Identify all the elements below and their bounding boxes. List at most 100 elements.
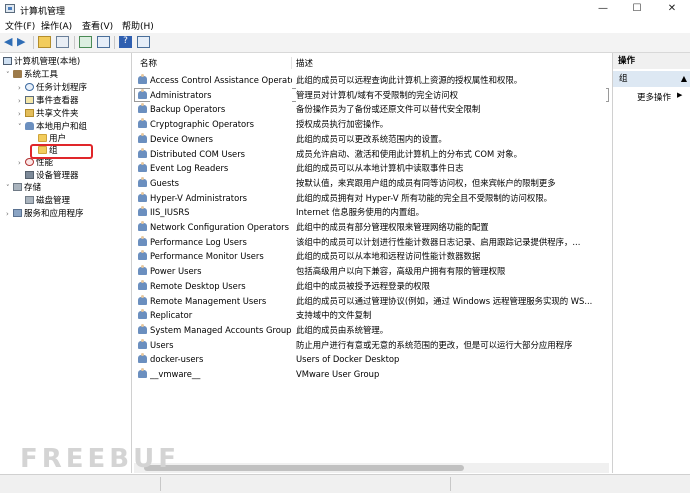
- menu-bar: 文件(F) 操作(A) 查看(V) 帮助(H): [0, 18, 690, 32]
- device-manager-icon: [25, 171, 34, 179]
- disk-icon: [25, 196, 34, 204]
- refresh-icon[interactable]: [79, 36, 92, 48]
- table-row[interactable]: Users 防止用户进行有意或无意的系统范围的更改，但是可以运行大部分应用程序: [134, 338, 609, 353]
- tree-shared-folders-label: 共享文件夹: [36, 109, 79, 119]
- up-folder-icon[interactable]: [38, 36, 51, 48]
- group-description: 支持域中的文件复制: [296, 310, 372, 321]
- group-name: Device Owners: [150, 133, 214, 144]
- group-description: 此组的成员可以更改系统范围内的设置。: [296, 133, 447, 144]
- collapse-chevron-icon[interactable]: ˅: [6, 69, 13, 81]
- group-name: Guests: [150, 177, 179, 188]
- group-icon: [138, 162, 147, 173]
- horizontal-scrollbar[interactable]: [134, 463, 609, 473]
- table-row[interactable]: System Managed Accounts Group 此组的成员由系统管理。: [134, 323, 609, 338]
- submenu-arrow-icon: ▶: [677, 91, 683, 99]
- table-row[interactable]: Remote Desktop Users 此组中的成员被授予远程登录的权限: [134, 279, 609, 294]
- group-icon: [138, 235, 147, 246]
- event-log-icon: [25, 96, 34, 104]
- title-bar: 计算机管理 — ☐ ✕: [0, 0, 690, 18]
- table-row[interactable]: Performance Log Users 该组中的成员可以计划进行性能计数器日志…: [134, 235, 609, 250]
- table-row[interactable]: Replicator 支持域中的文件复制: [134, 308, 609, 323]
- table-row[interactable]: Guests 按默认值，来宾跟用户组的成员有同等访问权，但来宾帐户的限制更多: [134, 176, 609, 191]
- collapse-chevron-icon[interactable]: ˅: [18, 121, 25, 133]
- group-description: 该组中的成员可以计划进行性能计数器日志记录、启用跟踪记录提供程序，...: [296, 236, 581, 247]
- tree-local-users-groups[interactable]: ˅ 本地用户和组: [18, 121, 87, 133]
- expand-chevron-icon[interactable]: ›: [18, 108, 25, 120]
- table-row[interactable]: Remote Management Users 此组的成员可以通过管理协议(例如，…: [134, 294, 609, 309]
- forward-arrow-icon[interactable]: ▶: [17, 36, 30, 48]
- back-arrow-icon[interactable]: ◀: [4, 36, 17, 48]
- column-description-header[interactable]: 描述: [296, 57, 313, 69]
- table-row[interactable]: Power Users 包括高级用户以向下兼容，高级用户拥有有限的管理权限: [134, 264, 609, 279]
- group-icon: [138, 250, 147, 261]
- services-icon: [13, 209, 22, 217]
- tree-device-manager-label: 设备管理器: [36, 171, 79, 181]
- actions-section-groups[interactable]: 组 ▲: [613, 71, 690, 87]
- close-button[interactable]: ✕: [655, 0, 689, 18]
- expand-chevron-icon[interactable]: ›: [18, 95, 25, 107]
- group-icon: [138, 88, 147, 99]
- export-list-icon[interactable]: [97, 36, 110, 48]
- group-icon: [138, 118, 147, 129]
- help-icon[interactable]: ?: [119, 36, 132, 48]
- table-row[interactable]: Performance Monitor Users 此组的成员可以从本地和远程访问…: [134, 249, 609, 264]
- show-hide-tree-icon[interactable]: [56, 36, 69, 48]
- group-name: Performance Monitor Users: [150, 251, 264, 262]
- tree-shared-folders[interactable]: › 共享文件夹: [18, 108, 79, 120]
- tree-device-manager[interactable]: 设备管理器: [25, 170, 79, 182]
- expand-chevron-icon[interactable]: ›: [18, 157, 25, 169]
- tree-event-viewer[interactable]: › 事件查看器: [18, 95, 79, 107]
- scrollbar-thumb[interactable]: [144, 465, 464, 471]
- tree-root-label: 计算机管理(本地): [14, 57, 81, 67]
- users-icon: [25, 122, 34, 130]
- table-row[interactable]: Hyper-V Administrators 此组的成员拥有对 Hyper-V 所…: [134, 191, 609, 206]
- tree-performance-label: 性能: [36, 158, 54, 168]
- properties-icon[interactable]: [137, 36, 150, 48]
- group-description: 此组的成员可以从本地和远程访问性能计数器数据: [296, 251, 481, 262]
- minimize-button[interactable]: —: [586, 0, 620, 18]
- column-name-header[interactable]: 名称: [140, 57, 157, 69]
- folder-icon: [38, 134, 47, 142]
- table-row[interactable]: Administrators 管理员对计算机/域有不受限制的完全访问权: [134, 87, 609, 103]
- table-row[interactable]: Backup Operators 备份操作员为了备份或还原文件可以替代安全限制: [134, 102, 609, 117]
- tree-system-tools[interactable]: ˅ 系统工具: [6, 69, 58, 81]
- table-row[interactable]: __vmware__ VMware User Group: [134, 367, 609, 382]
- table-row[interactable]: Event Log Readers 此组的成员可以从本地计算机中读取事件日志: [134, 161, 609, 176]
- group-description: 此组的成员拥有对 Hyper-V 所有功能的完全且不受限制的访问权限。: [296, 192, 552, 203]
- actions-header: 操作: [613, 53, 690, 69]
- table-row[interactable]: Device Owners 此组的成员可以更改系统范围内的设置。: [134, 132, 609, 147]
- tree-task-scheduler-label: 任务计划程序: [36, 83, 88, 93]
- table-row[interactable]: docker-users Users of Docker Desktop: [134, 352, 609, 367]
- table-row[interactable]: Network Configuration Operators 此组中的成员有部分…: [134, 220, 609, 235]
- group-icon: [138, 191, 147, 202]
- menu-help[interactable]: 帮助(H): [122, 19, 154, 32]
- more-actions[interactable]: 更多操作 ▶: [637, 91, 682, 103]
- collapse-chevron-icon[interactable]: ˅: [6, 182, 13, 194]
- table-row[interactable]: IIS_IUSRS Internet 信息服务使用的内置组。: [134, 205, 609, 220]
- menu-file[interactable]: 文件(F): [5, 19, 35, 32]
- collapse-caret-icon[interactable]: ▲: [681, 71, 687, 87]
- expand-chevron-icon[interactable]: ›: [6, 208, 13, 220]
- group-name: Distributed COM Users: [150, 148, 246, 159]
- menu-action[interactable]: 操作(A): [41, 19, 72, 32]
- tree-storage[interactable]: ˅ 存储: [6, 182, 41, 194]
- table-row[interactable]: Access Control Assistance Operators 此组的成员…: [134, 73, 609, 88]
- maximize-button[interactable]: ☐: [620, 0, 654, 18]
- table-row[interactable]: Cryptographic Operators 授权成员执行加密操作。: [134, 117, 609, 132]
- table-row[interactable]: Distributed COM Users 成员允许启动、激活和使用此计算机上的分…: [134, 147, 609, 162]
- group-icon: [138, 206, 147, 217]
- highlight-box: [30, 144, 93, 159]
- tree-root[interactable]: 计算机管理(本地): [3, 56, 80, 68]
- expand-chevron-icon[interactable]: ›: [18, 82, 25, 94]
- group-description: 授权成员执行加密操作。: [296, 119, 389, 130]
- tree-disk-management[interactable]: 磁盘管理: [25, 195, 70, 207]
- tree-services-apps[interactable]: › 服务和应用程序: [6, 208, 84, 220]
- watermark: FREEBUF: [20, 444, 180, 474]
- group-name: System Managed Accounts Group: [150, 324, 292, 335]
- tree-storage-label: 存储: [24, 183, 42, 193]
- group-name: Performance Log Users: [150, 236, 247, 247]
- group-icon: [138, 368, 147, 378]
- tree-task-scheduler[interactable]: › 任务计划程序: [18, 82, 87, 94]
- menu-view[interactable]: 查看(V): [82, 19, 113, 32]
- group-icon: [138, 353, 147, 364]
